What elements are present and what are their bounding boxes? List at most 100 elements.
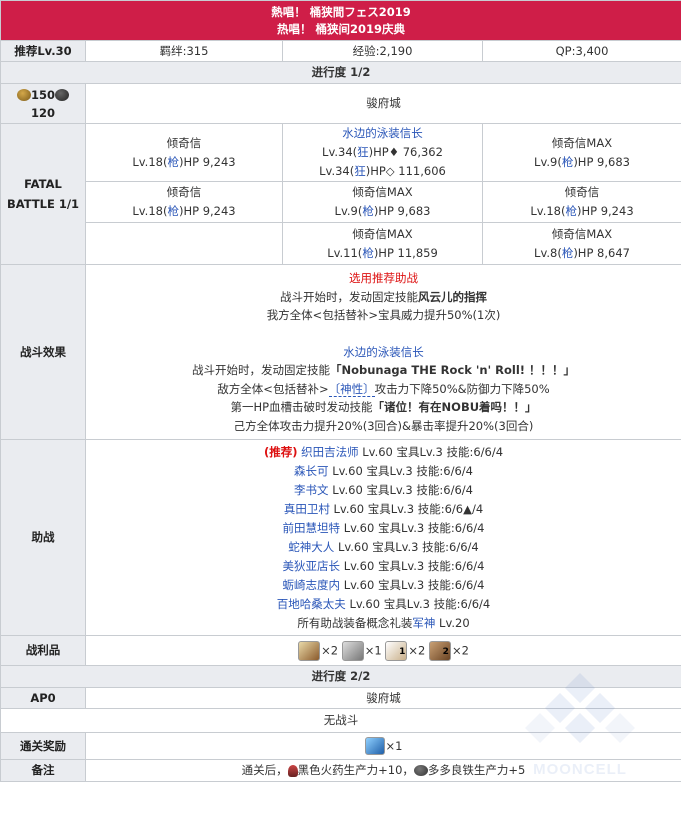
class-link[interactable]: 枪 (167, 155, 179, 169)
boss-stats-2: Lv.34(狂)HP◇ 111,606 (319, 164, 446, 178)
class-link[interactable]: 枪 (167, 204, 179, 218)
enemy-stats: Lv.18(枪)HP 9,243 (132, 154, 236, 169)
material-4-sub: 2 (442, 646, 449, 657)
break-skill-effect: 己方全体攻击力提升20%(3回合)&暴击率提升20%(3回合) (233, 418, 534, 433)
quartz-fragment-icon[interactable] (364, 737, 385, 755)
boss-skill-line: 战斗开始时，发动固定技能「Nobunaga THE Rock 'n' Roll!… (191, 363, 576, 377)
loot-list: ×2 ×1 1 ×2 2 ×2 (84, 635, 681, 666)
material-4-icon[interactable]: 2 (428, 640, 451, 661)
progress-2-title: 进行度 2/2 (0, 665, 681, 688)
support-row: (推荐) 织田吉法师 Lv.60 宝具Lv.3 技能:6/6/4 (263, 444, 504, 459)
enemy-stats: Lv.9(枪)HP 9,683 (334, 204, 431, 218)
support-servant-link[interactable]: 森长可 (294, 464, 329, 478)
title-cn: 热唱！ 桶狭间2019庆典 (277, 21, 406, 36)
boss-name-link[interactable]: 水边的泳装信长 (342, 126, 423, 140)
enemy-r2c3: 倾奇信 Lv.18(枪)HP 9,243 (481, 181, 681, 223)
material-3-sub: 1 (399, 646, 406, 657)
support-row: 蛎崎志度内 Lv.60 宝具Lv.3 技能:6/6/4 (282, 577, 485, 592)
loot-count: ×2 (321, 643, 339, 657)
clear-reward-label: 通关奖励 (0, 732, 86, 760)
class-link[interactable]: 枪 (562, 246, 574, 260)
dark-apple-icon (55, 89, 69, 101)
support-servant-link[interactable]: 美狄亚店长 (283, 559, 341, 573)
craft-essence-link[interactable]: 军神 (412, 616, 435, 630)
quest-table: 熱唱！ 桶狭間フェス2019 热唱！ 桶狭间2019庆典 推荐Lv.30 羁绊:… (0, 0, 681, 782)
class-link[interactable]: 枪 (562, 155, 574, 169)
support-row: 百地哈桑太夫 Lv.60 宝具Lv.3 技能:6/6/4 (276, 596, 491, 611)
enemy-name: 倾奇信 (564, 185, 600, 199)
support-servant-link[interactable]: 真田卫村 (284, 502, 330, 516)
enemy-r2c2: 倾奇信MAX Lv.9(枪)HP 9,683 (282, 181, 483, 223)
class-link[interactable]: 狂 (357, 145, 369, 159)
loot-count: ×1 (364, 643, 382, 657)
class-link[interactable]: 枪 (362, 204, 374, 218)
support-list: (推荐) 织田吉法师 Lv.60 宝具Lv.3 技能:6/6/4 森长可 Lv.… (84, 439, 681, 636)
material-2-icon[interactable] (341, 640, 364, 661)
iron-icon (413, 765, 428, 776)
bond-value: 羁绊:315 (85, 40, 283, 62)
enemy-name: 倾奇信MAX (352, 185, 413, 199)
enemy-name: 倾奇信 (166, 185, 202, 199)
ap-cost-2: AP0 (0, 687, 86, 709)
loot-count: ×2 (451, 643, 469, 657)
support-servant-link[interactable]: 蛎崎志度内 (283, 578, 341, 592)
material-1-icon[interactable] (298, 640, 321, 661)
enemy-r1c3: 倾奇信MAX Lv.9(枪)HP 9,683 (481, 123, 681, 182)
enemy-r3c3: 倾奇信MAX Lv.8(枪)HP 8,647 (481, 222, 681, 265)
support-label: 助战 (0, 439, 86, 636)
enemy-stats: Lv.9(枪)HP 9,683 (534, 154, 630, 169)
support-row: 美狄亚店长 Lv.60 宝具Lv.3 技能:6/6/4 (282, 558, 485, 573)
enemy-stats: Lv.18(枪)HP 9,243 (530, 204, 634, 218)
support-servant-link[interactable]: 前田慧坦特 (283, 521, 341, 535)
bronze-apple-icon (16, 89, 31, 101)
loot-label: 战利品 (0, 635, 86, 666)
enemy-name: 倾奇信MAX (551, 135, 613, 150)
support-servant-link[interactable]: 百地哈桑太夫 (277, 597, 346, 611)
location-2: 骏府城 (84, 687, 681, 709)
black-powder-icon (287, 764, 298, 777)
class-link[interactable]: 枪 (565, 204, 577, 218)
battle-effect-label: 战斗效果 (0, 264, 86, 440)
support-row: 森长可 Lv.60 宝具Lv.3 技能:6/6/4 (294, 463, 473, 478)
support-servant-link[interactable]: 蛇神大人 (288, 540, 334, 554)
location: 骏府城 (84, 83, 681, 124)
title-jp: 熱唱！ 桶狭間フェス2019 (271, 4, 411, 19)
boss-effect-link[interactable]: 水边的泳装信长 (343, 345, 424, 359)
exp-value: 经验:2,190 (282, 40, 483, 62)
ap-bottom: 120 (30, 105, 55, 120)
enemy-r3c1-empty (85, 222, 283, 265)
material-3-icon[interactable]: 1 (385, 640, 408, 661)
break-skill-line: 第一HP血槽击破时发动技能「诸位！有在NOBU着吗！！」 (230, 400, 537, 414)
ap-cost: 150 120 (0, 83, 86, 124)
battle-effect: 选用推荐助战 战斗开始时，发动固定技能风云儿的指挥 我方全体<包括替补>宝具威力… (84, 264, 681, 440)
support-servant-link[interactable]: 李书文 (294, 483, 329, 497)
divinity-link[interactable]: 〔神性〕 (328, 381, 375, 397)
loot-count: ×2 (408, 643, 426, 657)
enemy-r1c2: 水边的泳装信长 Lv.34(狂)HP♦ 76,362 Lv.34(狂)HP◇ 1… (282, 123, 483, 182)
support-ce-line: 所有助战装备概念礼装军神 Lv.20 (297, 615, 470, 630)
support-skill-line: 战斗开始时，发动固定技能风云儿的指挥 (280, 289, 487, 304)
class-link[interactable]: 狂 (354, 164, 366, 178)
enemy-r3c2: 倾奇信MAX Lv.11(枪)HP 11,859 (282, 222, 483, 265)
support-servant-link[interactable]: 织田吉法师 (301, 445, 359, 459)
enemy-stats: Lv.18(枪)HP 9,243 (132, 204, 236, 218)
enemy-r1c1: 倾奇信 Lv.18(枪)HP 9,243 (85, 123, 283, 182)
support-condition: 选用推荐助战 (349, 271, 418, 285)
enemy-name: 倾奇信 (166, 135, 202, 150)
progress-1-title: 进行度 1/2 (0, 61, 681, 84)
reward-count: ×1 (385, 738, 403, 753)
fatal-battle-text: FATAL BATTLE 1/1 (6, 177, 80, 211)
support-row: 前田慧坦特 Lv.60 宝具Lv.3 技能:6/6/4 (282, 520, 485, 535)
boss-stats-1: Lv.34(狂)HP♦ 76,362 (322, 145, 443, 159)
boss-skill-effect: 敌方全体<包括替补>〔神性〕攻击力下降50%&防御力下降50% (217, 381, 550, 397)
support-skill-effect: 我方全体<包括替补>宝具威力提升50%(1次) (266, 308, 501, 322)
enemy-r2c1: 倾奇信 Lv.18(枪)HP 9,243 (85, 181, 283, 223)
note: 通关后， 黑色火药生产力+10， 多多良铁生产力+5 (84, 759, 681, 782)
class-link[interactable]: 枪 (362, 246, 374, 260)
enemy-stats: Lv.8(枪)HP 8,647 (534, 245, 630, 260)
note-label: 备注 (0, 759, 86, 782)
recommended-level: 推荐Lv.30 (0, 40, 86, 62)
support-row: 真田卫村 Lv.60 宝具Lv.3 技能:6/6▲/4 (283, 501, 484, 516)
support-row: 李书文 Lv.60 宝具Lv.3 技能:6/6/4 (294, 482, 473, 497)
ap-top: 150 (30, 87, 55, 102)
